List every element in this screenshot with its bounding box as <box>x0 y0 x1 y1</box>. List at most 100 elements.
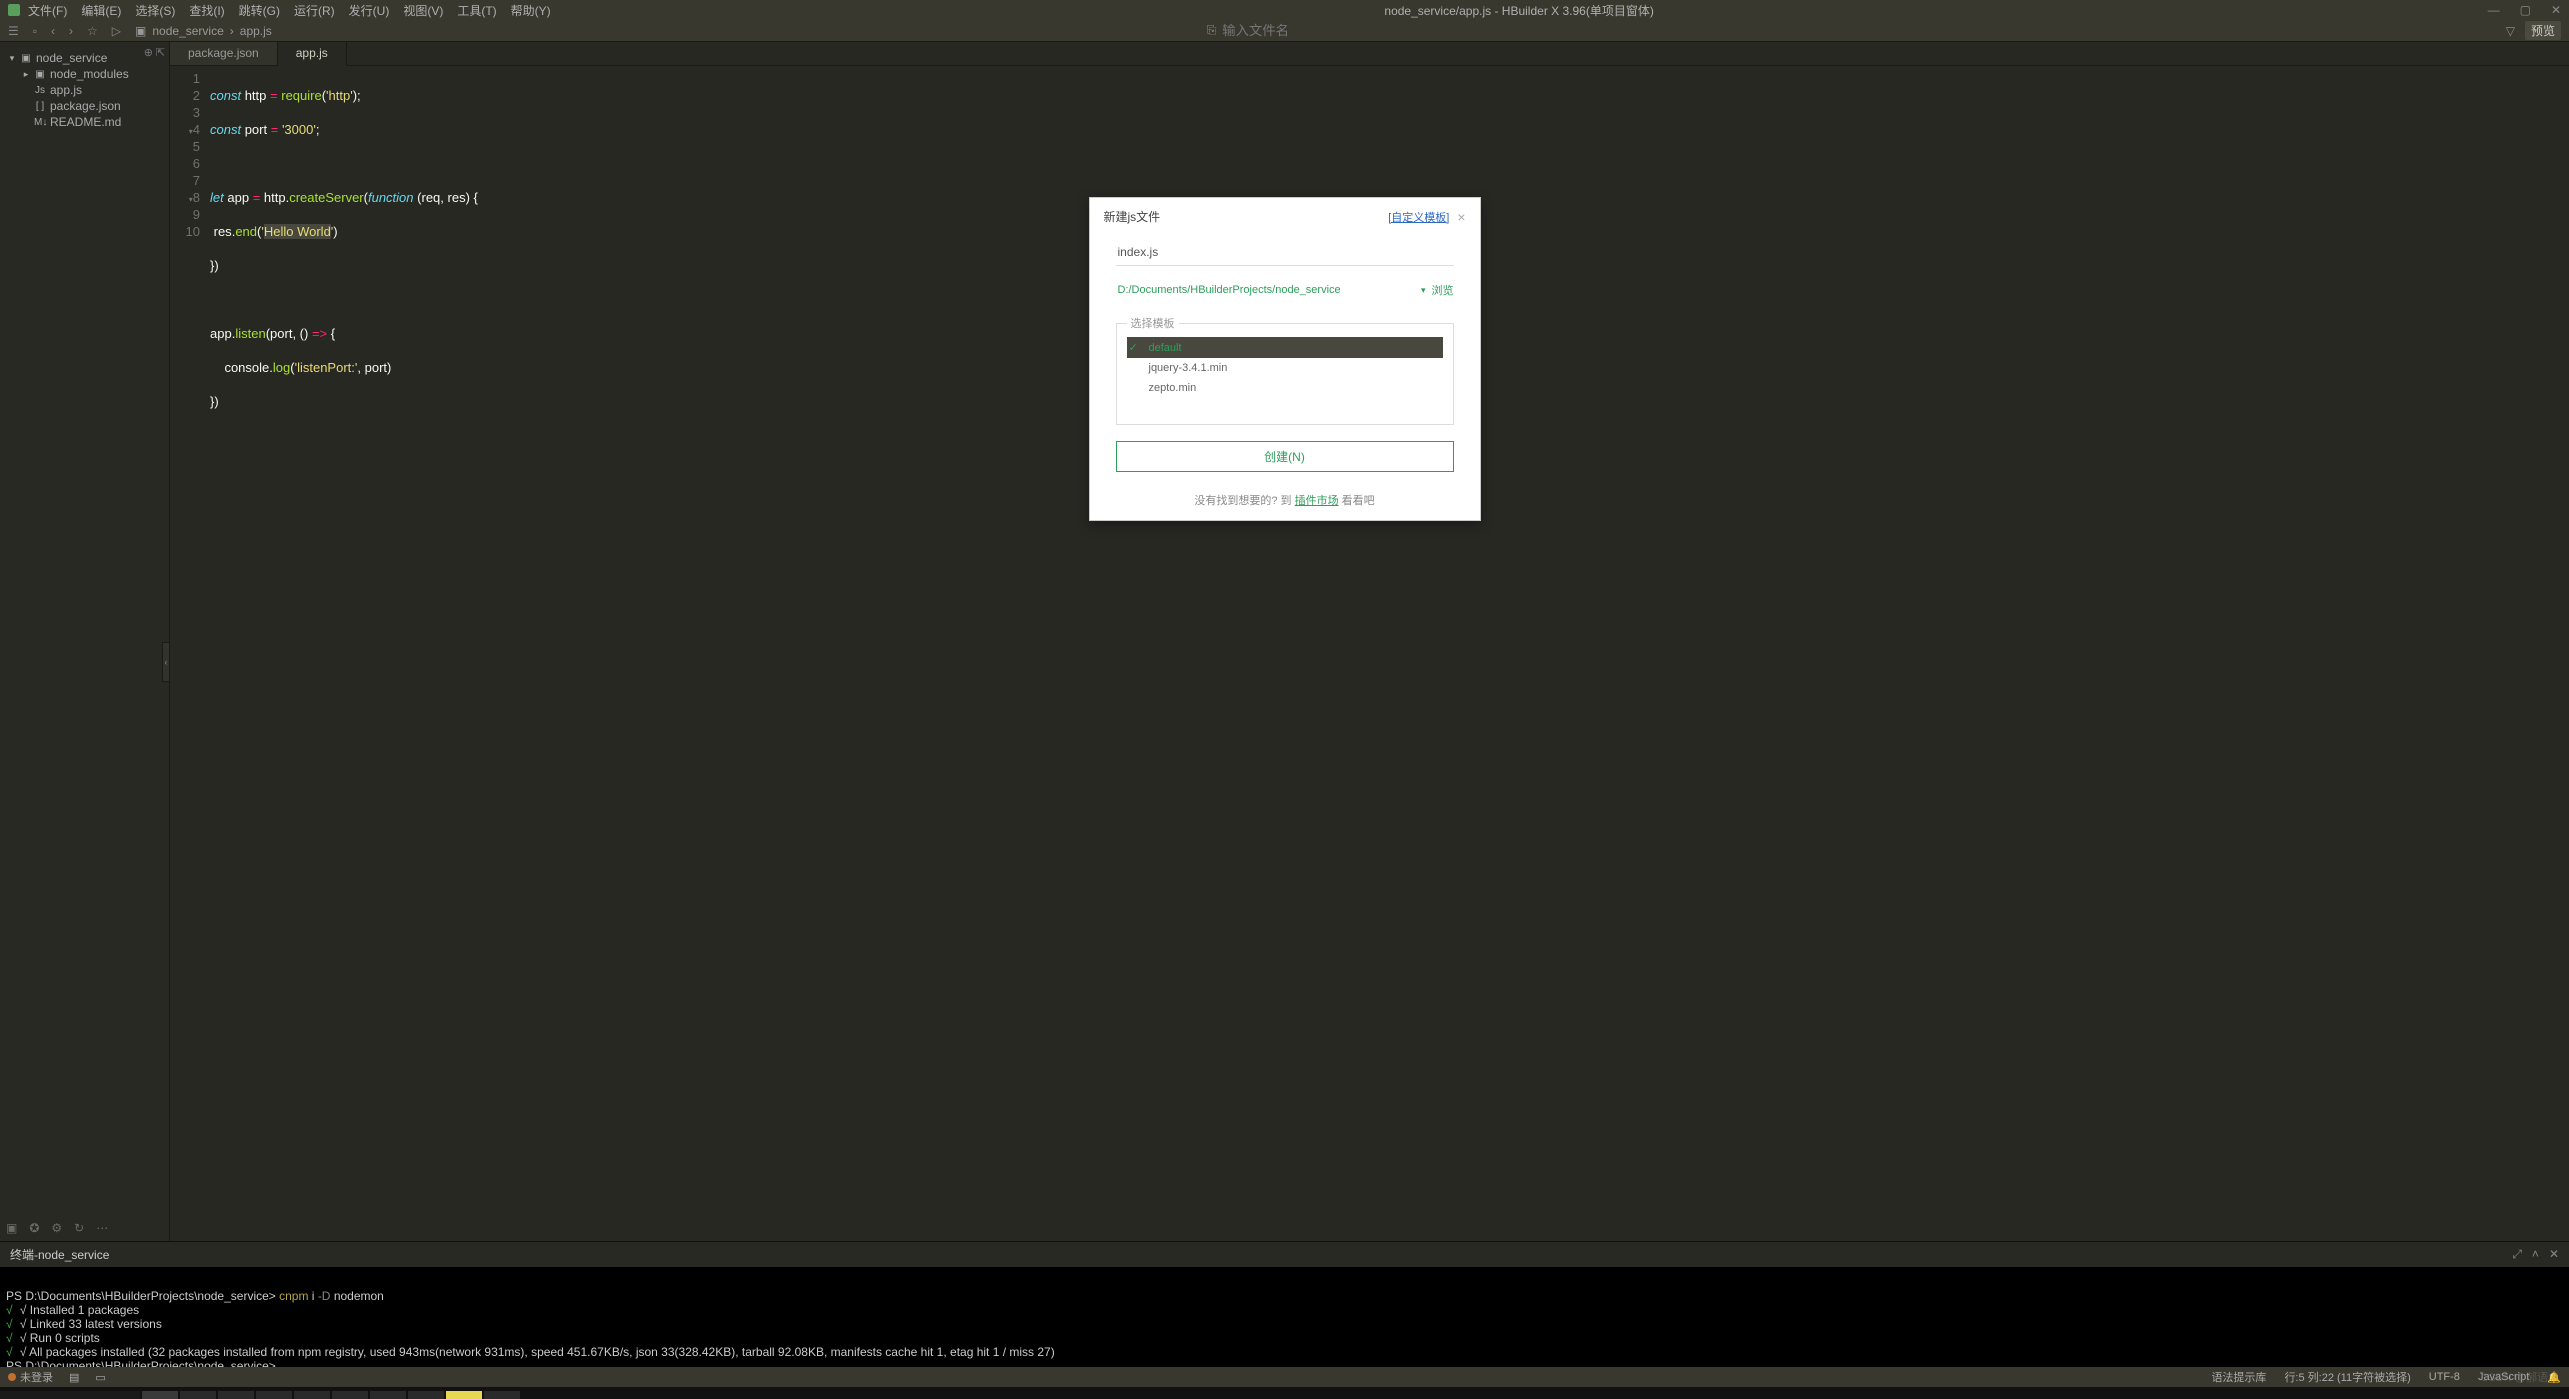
browse-button[interactable]: 浏览 <box>1432 282 1454 298</box>
chevron-down-icon: ▾ <box>8 53 16 64</box>
term-line: √ Installed 1 packages <box>20 1303 139 1317</box>
title-bar: 文件(F) 编辑(E) 选择(S) 查找(I) 跳转(G) 运行(R) 发行(U… <box>0 0 2569 20</box>
side-icon-5[interactable]: ⋯ <box>96 1221 108 1235</box>
plugin-market-link[interactable]: 插件市场 <box>1295 495 1339 507</box>
term-line: √ Run 0 scripts <box>20 1331 100 1345</box>
close-icon[interactable]: ✕ <box>2551 3 2561 17</box>
check-icon: ✓ <box>1129 341 1149 354</box>
breadcrumb-sep: › <box>230 24 234 38</box>
folder-icon: ▣ <box>135 24 146 38</box>
breadcrumb-file[interactable]: app.js <box>240 24 272 38</box>
side-icon-2[interactable]: ✪ <box>29 1221 39 1235</box>
pin-icon[interactable]: ⊕ <box>144 46 153 59</box>
path-display[interactable]: D:/Documents/HBuilderProjects/node_servi… <box>1116 280 1415 300</box>
sidebar: ⊕ ⇱ ▾ ▣ node_service ▸ ▣ node_modules Jsapp.… <box>0 42 170 1241</box>
back-icon[interactable]: ‹ <box>51 24 55 38</box>
filter-icon[interactable]: ▽ <box>2506 24 2515 38</box>
term-line: PS D:\Documents\HBuilderProjects\node_se… <box>6 1289 279 1303</box>
filename-input[interactable] <box>1116 239 1454 266</box>
line-gutter: 1 2 3 ▾4 5 6 7 ▾8 9 10 <box>170 70 210 1241</box>
menu-file[interactable]: 文件(F) <box>28 2 67 19</box>
run-icon[interactable]: ▷ <box>112 24 121 38</box>
search-file-icon[interactable]: ⎘ <box>1207 23 1217 38</box>
status-bar: 未登录 ▤ ▭ 语法提示库 行:5 列:22 (11字符被选择) UTF-8 J… <box>0 1367 2569 1387</box>
side-icon-3[interactable]: ⚙ <box>51 1221 62 1235</box>
explorer-icon[interactable]: ☰ <box>8 24 19 38</box>
breadcrumb-project[interactable]: node_service <box>152 24 223 38</box>
window-title: node_service/app.js - HBuilder X 3.96(单项… <box>551 2 2488 19</box>
menu-edit[interactable]: 编辑(E) <box>81 2 121 19</box>
side-icon-4[interactable]: ↻ <box>74 1221 84 1235</box>
template-jquery[interactable]: jquery-3.4.1.min <box>1127 358 1443 378</box>
watermark: CSDN @郝语念 <box>2481 1369 2559 1385</box>
folder-icon: ▣ <box>34 69 46 80</box>
sidebar-toggle[interactable]: ‹ <box>162 642 170 682</box>
menu-select[interactable]: 选择(S) <box>135 2 175 19</box>
encoding[interactable]: UTF-8 <box>2429 1371 2460 1383</box>
forward-icon[interactable]: › <box>69 24 73 38</box>
tab-app-js[interactable]: app.js <box>278 42 347 66</box>
status-icon-1[interactable]: ▤ <box>69 1371 79 1384</box>
status-icon-2[interactable]: ▭ <box>95 1371 105 1384</box>
star-icon[interactable]: ☆ <box>87 24 98 38</box>
breadcrumb: ▣ node_service › app.js <box>135 24 272 38</box>
menu-find[interactable]: 查找(I) <box>189 2 224 19</box>
file-search: ⎘ <box>1207 23 1363 38</box>
terminal-title: 终端-node_service <box>10 1246 109 1263</box>
tree-label: package.json <box>50 99 121 113</box>
dialog-title: 新建js文件 <box>1104 208 1161 225</box>
tree-node-modules[interactable]: ▸ ▣ node_modules <box>0 66 169 82</box>
editor-tabs: package.json app.js <box>170 42 2569 66</box>
tree-package-json[interactable]: [ ] package.json <box>0 98 169 114</box>
file-tree: ▾ ▣ node_service ▸ ▣ node_modules Jsapp.js [… <box>0 46 169 134</box>
terminal-max-icon[interactable]: ⤢ <box>2512 1247 2522 1262</box>
minimize-icon[interactable]: — <box>2488 3 2500 17</box>
tree-app-js[interactable]: Jsapp.js <box>0 82 169 98</box>
folder-icon: ▣ <box>20 53 32 64</box>
syntax-lib[interactable]: 语法提示库 <box>2211 1369 2266 1385</box>
maximize-icon[interactable]: ▢ <box>2520 3 2531 17</box>
collapse-icon[interactable]: ⇱ <box>156 46 165 59</box>
app-logo-icon <box>8 4 20 16</box>
window-controls: — ▢ ✕ <box>2488 3 2561 17</box>
dialog-footer: 没有找到想要的? 到 插件市场 看看吧 <box>1090 486 1480 520</box>
terminal[interactable]: PS D:\Documents\HBuilderProjects\node_se… <box>0 1267 2569 1367</box>
login-status[interactable]: 未登录 <box>8 1369 53 1385</box>
tree-label: app.js <box>50 83 82 97</box>
taskbar <box>0 1387 2569 1399</box>
tree-label: node_modules <box>50 67 129 81</box>
template-fieldset: 选择模板 ✓default jquery-3.4.1.min zepto.min <box>1116 315 1454 425</box>
json-file-icon: [ ] <box>34 101 46 112</box>
menu-run[interactable]: 运行(R) <box>294 2 335 19</box>
new-file-icon[interactable]: ▫ <box>33 24 37 38</box>
tree-readme[interactable]: M↓ README.md <box>0 114 169 130</box>
tab-package-json[interactable]: package.json <box>170 42 278 65</box>
create-button[interactable]: 创建(N) <box>1116 441 1454 472</box>
menu-view[interactable]: 视图(V) <box>403 2 443 19</box>
search-input[interactable] <box>1222 23 1362 38</box>
menu-help[interactable]: 帮助(Y) <box>511 2 551 19</box>
template-zepto[interactable]: zepto.min <box>1127 378 1443 398</box>
template-legend: 选择模板 <box>1127 315 1179 331</box>
tree-label: README.md <box>50 115 121 129</box>
custom-template-link[interactable]: [自定义模板] <box>1388 209 1449 225</box>
md-file-icon: M↓ <box>34 117 46 128</box>
menu-publish[interactable]: 发行(U) <box>349 2 390 19</box>
menu-goto[interactable]: 跳转(G) <box>239 2 280 19</box>
main-menu: 文件(F) 编辑(E) 选择(S) 查找(I) 跳转(G) 运行(R) 发行(U… <box>28 2 551 19</box>
path-dropdown-icon[interactable]: ▾ <box>1421 285 1426 296</box>
sidebar-bottom-icons: ▣ ✪ ⚙ ↻ ⋯ <box>6 1221 108 1235</box>
tree-label: node_service <box>36 51 107 65</box>
new-file-dialog: 新建js文件 [自定义模板] × D:/Documents/HBuilderPr… <box>1089 197 1481 521</box>
cursor-position[interactable]: 行:5 列:22 (11字符被选择) <box>2284 1369 2410 1385</box>
preview-button[interactable]: 预览 <box>2525 21 2561 40</box>
chevron-right-icon: ▸ <box>22 69 30 80</box>
term-line: √ All packages installed (32 packages in… <box>20 1345 1055 1359</box>
terminal-up-icon[interactable]: ˄ <box>2532 1247 2539 1262</box>
menu-tools[interactable]: 工具(T) <box>457 2 496 19</box>
side-icon-1[interactable]: ▣ <box>6 1221 17 1235</box>
template-default[interactable]: ✓default <box>1127 337 1443 358</box>
dialog-close-icon[interactable]: × <box>1457 212 1465 222</box>
terminal-close-icon[interactable]: ✕ <box>2549 1247 2559 1262</box>
term-line: √ Linked 33 latest versions <box>20 1317 162 1331</box>
